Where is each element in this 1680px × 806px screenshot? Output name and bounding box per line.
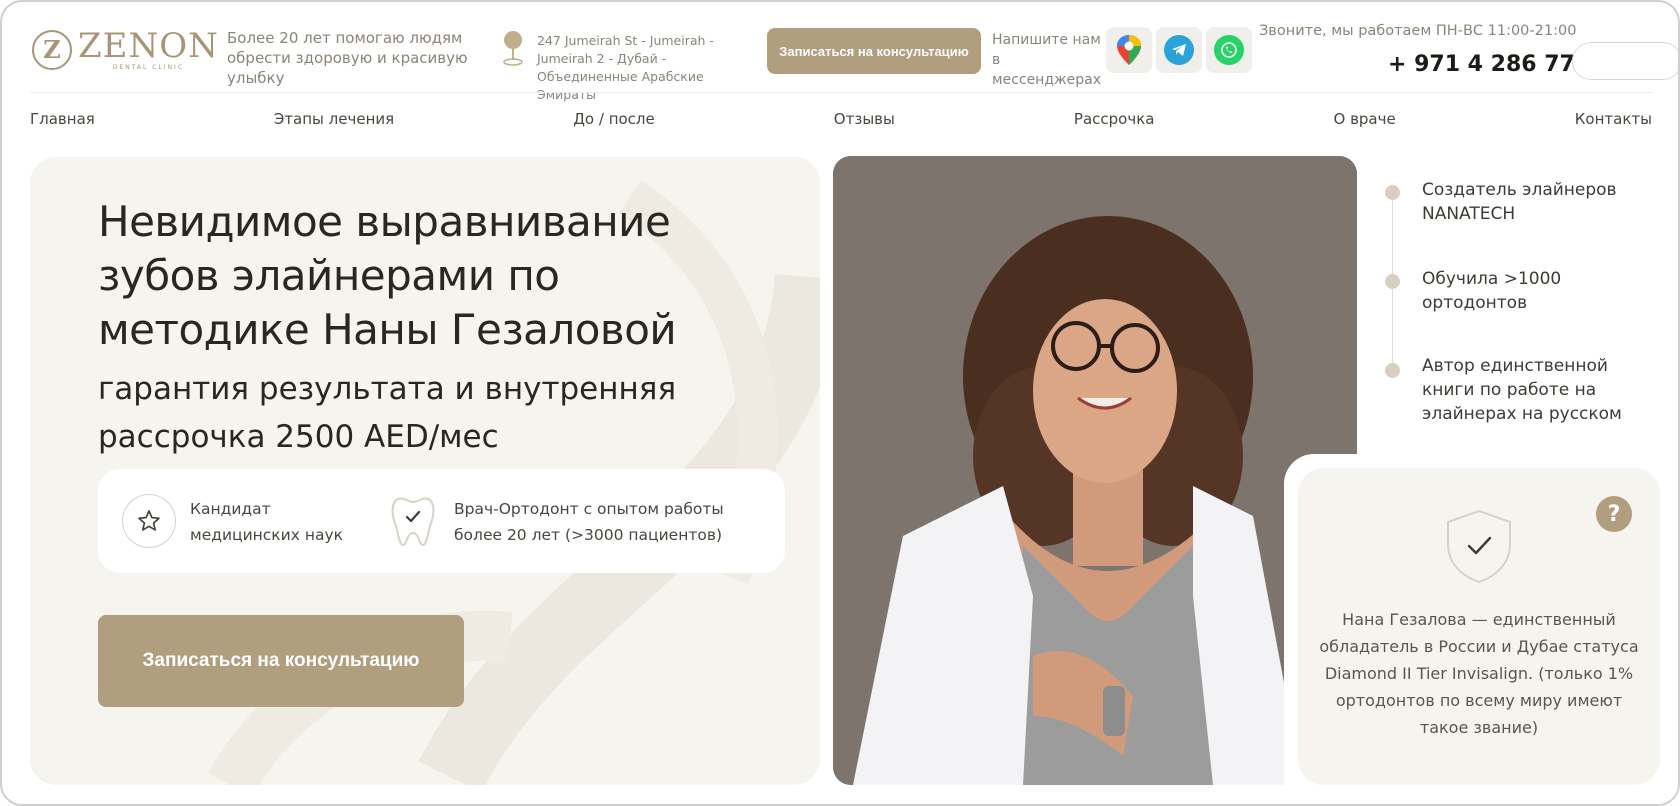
page-frame: Z ZENON DENTAL CLINIC Более 20 лет помог… — [0, 0, 1680, 806]
hero-subtitle: гарантия результата и внутренняя рассроч… — [98, 371, 677, 455]
nav-contacts[interactable]: Контакты — [1575, 110, 1652, 128]
map-pin-icon — [503, 31, 523, 66]
timeline-dot — [1385, 185, 1400, 200]
nav-home[interactable]: Главная — [30, 110, 95, 128]
nav-reviews[interactable]: Отзывы — [834, 110, 895, 128]
header-consultation-button[interactable]: Записаться на консультацию — [767, 28, 981, 74]
tooth-check-icon — [391, 497, 435, 547]
invisalign-status-card: ? Нана Гезалова — единственный обладател… — [1298, 468, 1660, 785]
messenger-text: Напишите нам в мессенджерах — [992, 32, 1101, 88]
hero-title: Невидимое выравнивание зубов элайнерами … — [98, 197, 677, 354]
hero-section: Невидимое выравнивание зубов элайнерами … — [30, 157, 820, 785]
callback-pill[interactable] — [1572, 42, 1678, 80]
header-address[interactable]: 247 Jumeirah St - Jumeirah - Jumeirah 2 … — [537, 32, 747, 104]
timeline-item: Создатель элайнеров NANATECH — [1422, 180, 1617, 224]
hero-consultation-button[interactable]: Записаться на консультацию — [98, 615, 464, 707]
google-maps-button[interactable] — [1106, 27, 1152, 73]
logo-mark-icon: Z — [32, 29, 72, 70]
telegram-button[interactable] — [1156, 27, 1202, 73]
logo-subtitle: DENTAL CLINIC — [112, 64, 185, 71]
nav-treatment-stages[interactable]: Этапы лечения — [274, 110, 394, 128]
invisalign-status-text: Нана Гезалова — единственный обладатель … — [1319, 610, 1639, 737]
header-divider — [30, 92, 1652, 93]
logo-name: ZENON — [78, 26, 219, 66]
main-nav: Главная Этапы лечения До / после Отзывы … — [30, 110, 1652, 128]
timeline-dot — [1385, 274, 1400, 289]
logo-text: ZENON DENTAL CLINIC — [78, 28, 219, 71]
doctor-portrait-image — [833, 156, 1357, 785]
logo[interactable]: Z ZENON DENTAL CLINIC — [32, 28, 219, 71]
nav-before-after[interactable]: До / после — [573, 110, 655, 128]
telegram-icon — [1164, 35, 1194, 65]
help-icon[interactable]: ? — [1596, 496, 1632, 532]
google-maps-icon — [1117, 35, 1141, 65]
star-icon — [122, 494, 176, 548]
timeline-item: Автор единственной книги по работе на эл… — [1422, 356, 1622, 424]
credential-experience: Врач-Ортодонт с опытом работы более 20 л… — [454, 500, 724, 544]
nav-installments[interactable]: Рассрочка — [1074, 110, 1155, 128]
doctor-photo — [833, 156, 1357, 785]
timeline-dot — [1385, 363, 1400, 378]
whatsapp-button[interactable] — [1206, 27, 1252, 73]
timeline-item: Обучила >1000 ортодонтов — [1422, 269, 1562, 313]
credentials-panel: Кандидат медицинских наук Врач-Ортодонт … — [98, 469, 785, 573]
credential-phd: Кандидат медицинских наук — [190, 500, 344, 544]
nav-about-doctor[interactable]: О враче — [1334, 110, 1396, 128]
whatsapp-icon — [1214, 35, 1244, 65]
header-tagline: Более 20 лет помогаю людям обрести здоро… — [227, 29, 468, 87]
shield-check-icon — [1447, 509, 1511, 584]
working-hours: Звоните, мы работаем ПН-ВС 11:00-21:00 — [1259, 23, 1577, 39]
